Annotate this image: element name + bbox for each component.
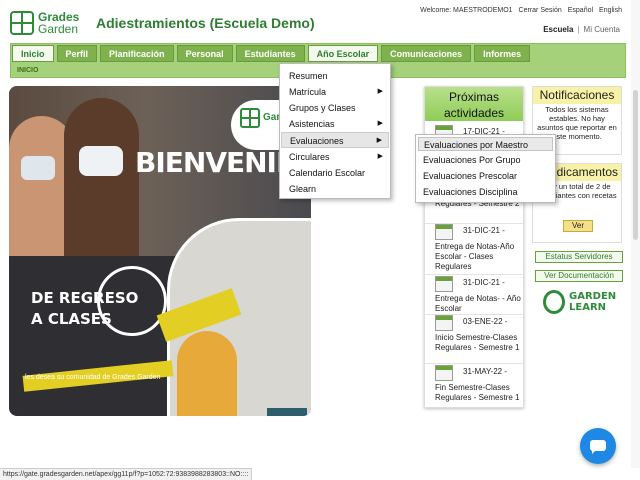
menu-item-evaluaciones[interactable]: Evaluaciones ▶ <box>281 132 389 148</box>
menu-item-matricula[interactable]: Matrícula ▶ <box>281 84 389 100</box>
submenu-item-disciplina[interactable]: Evaluaciones Disciplina <box>418 185 553 199</box>
logout-link[interactable]: Cerrar Sesión <box>519 7 562 14</box>
menu-item-label: Matrícula <box>289 87 327 97</box>
menu-item-label: Glearn <box>289 184 317 194</box>
activity-date: 31-DIC-21 - <box>463 226 505 235</box>
calendar-icon <box>435 365 453 381</box>
tab-perfil[interactable]: Perfil <box>56 45 98 62</box>
menu-item-label: Grupos y Clases <box>289 103 356 113</box>
view-docs-button[interactable]: Ver Documentación <box>535 270 623 282</box>
submenu-item-prescolar[interactable]: Evaluaciones Prescolar <box>418 169 553 183</box>
activity-date: 31-MAY-22 - <box>463 367 508 376</box>
menu-item-label: Resumen <box>289 71 328 81</box>
page-title: Adiestramientos (Escuela Demo) <box>96 15 315 31</box>
welcome-text: Welcome: MAESTRODEMO1 <box>420 7 513 14</box>
activity-desc: Fin Semestre-Clases Regulares - Semestre… <box>435 383 520 402</box>
activities-title: Próximas actividades <box>425 87 523 121</box>
banner-mask-left <box>21 156 55 180</box>
grades-garden-logo[interactable]: Grades Garden <box>10 10 90 36</box>
garden-learn-logo[interactable]: GARDEN LEARN <box>543 290 619 318</box>
school-links: Escuela | Mi Cuenta <box>543 25 620 34</box>
status-bar-url: https://gate.gradesgarden.net/apex/gg11p… <box>0 468 253 480</box>
activities-title-line1: Próximas <box>448 90 499 104</box>
menu-item-grupos-clases[interactable]: Grupos y Clases <box>281 100 389 116</box>
menu-item-glearn[interactable]: Glearn <box>281 181 389 197</box>
garden-learn-line1: GARDEN <box>569 291 617 302</box>
banner-teacher-figure <box>177 331 237 416</box>
menu-item-label: Calendario Escolar <box>289 168 366 178</box>
menu-item-label: Asistencias <box>289 119 335 129</box>
banner-mask-right <box>79 146 123 176</box>
separator: | <box>577 25 580 34</box>
menu-item-label: Evaluaciones <box>290 136 344 146</box>
garden-learn-line2: LEARN <box>569 302 607 313</box>
menu-item-label: Circulares <box>289 152 330 162</box>
menu-item-asistencias[interactable]: Asistencias ▶ <box>281 116 389 132</box>
chevron-right-icon: ▶ <box>377 88 383 95</box>
my-account-link[interactable]: Mi Cuenta <box>584 25 620 34</box>
top-links: Welcome: MAESTRODEMO1 Cerrar Sesión Espa… <box>420 7 622 14</box>
school-link[interactable]: Escuela <box>543 25 573 34</box>
welcome-banner: Gar BIENVENIDO DE REGRESO A CLASES les d… <box>9 86 311 416</box>
banner-kid-right <box>64 98 139 256</box>
chevron-right-icon: ▶ <box>377 120 383 127</box>
banner-watermark-logo-icon <box>240 108 260 128</box>
submenu-item-por-maestro[interactable]: Evaluaciones por Maestro <box>418 137 553 151</box>
banner-headline: DE REGRESO A CLASES <box>31 288 138 330</box>
evaluaciones-submenu: Evaluaciones por Maestro Evaluaciones Po… <box>415 134 556 203</box>
breadcrumb[interactable]: INICIO <box>17 67 38 74</box>
banner-headline-line2: A CLASES <box>31 310 112 328</box>
calendar-icon <box>435 315 453 331</box>
chat-bubble-icon[interactable] <box>580 428 616 464</box>
logo-text-line2: Garden <box>38 22 79 36</box>
submenu-item-por-grupo[interactable]: Evaluaciones Por Grupo <box>418 153 553 167</box>
chevron-right-icon: ▶ <box>377 153 383 160</box>
logo-mark-icon <box>10 11 34 35</box>
banner-watermark-text: Gar <box>263 112 281 123</box>
view-medications-button[interactable]: Ver <box>563 220 593 232</box>
divider <box>425 363 523 364</box>
calendar-icon <box>435 276 453 292</box>
garden-learn-icon <box>543 290 565 314</box>
tab-comunicaciones[interactable]: Comunicaciones <box>381 45 472 62</box>
tab-estudiantes[interactable]: Estudiantes <box>235 45 305 62</box>
menu-item-circulares[interactable]: Circulares ▶ <box>281 149 389 165</box>
calendar-icon <box>435 224 453 240</box>
activity-desc: Entrega de Notas-Año Escolar - Clases Re… <box>435 242 515 271</box>
tab-informes[interactable]: Informes <box>474 45 531 62</box>
activity-desc: Entrega de Notas- - Año Escolar <box>435 294 521 313</box>
tab-inicio[interactable]: Inicio <box>12 45 54 62</box>
menu-item-resumen[interactable]: Resumen <box>281 68 389 84</box>
menu-item-calendario[interactable]: Calendario Escolar <box>281 165 389 181</box>
server-status-button[interactable]: Estatus Servidores <box>535 251 623 263</box>
banner-tagline: les desea su comunidad de Grades Garden <box>25 374 161 381</box>
activity-date: 31-DIC-21 - <box>463 278 505 287</box>
tab-ano-escolar[interactable]: Año Escolar <box>307 45 379 62</box>
tab-personal[interactable]: Personal <box>176 45 233 62</box>
page-scrollbar[interactable] <box>631 0 640 468</box>
banner-headline-line1: DE REGRESO <box>31 289 139 307</box>
banner-girl-figure <box>267 408 307 416</box>
tab-planificacion[interactable]: Planificación <box>100 45 174 62</box>
chevron-right-icon: ▶ <box>376 137 382 144</box>
divider <box>425 274 523 275</box>
notifications-title: Notificaciones <box>533 87 621 104</box>
ano-escolar-menu: Resumen Matrícula ▶ Grupos y Clases Asist… <box>279 63 391 199</box>
activity-date: 03-ENE-22 - <box>463 317 508 326</box>
lang-english-link[interactable]: English <box>599 7 622 14</box>
activity-desc: Inicio Semestre-Clases Regulares - Semes… <box>435 333 520 352</box>
lang-spanish-link[interactable]: Español <box>568 7 593 14</box>
garden-learn-text: GARDEN LEARN <box>569 291 616 313</box>
activities-title-line2: actividades <box>443 106 505 120</box>
